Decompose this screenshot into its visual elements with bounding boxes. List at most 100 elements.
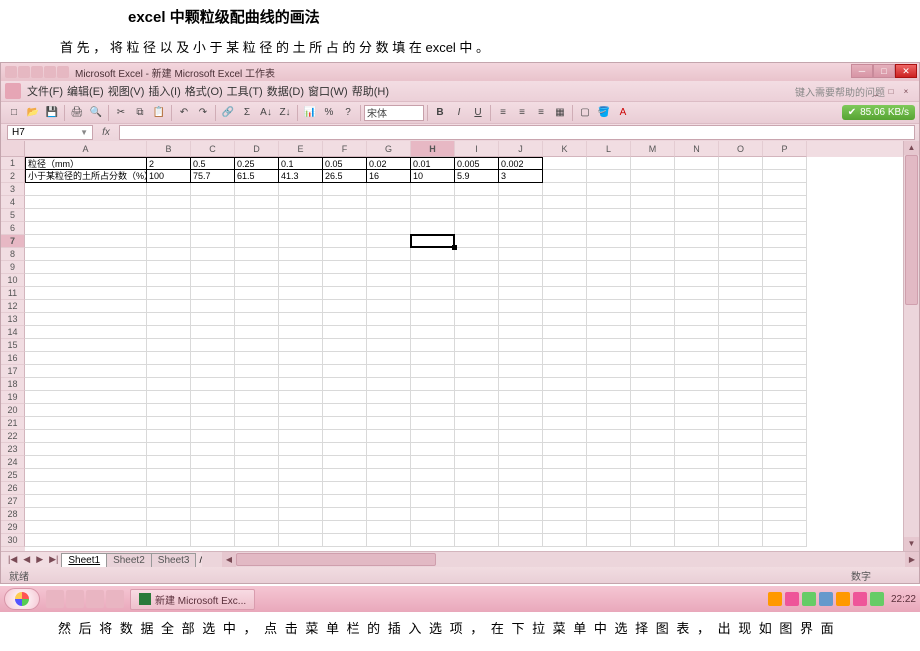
cell[interactable] xyxy=(279,248,323,261)
cell[interactable] xyxy=(587,482,631,495)
cell[interactable] xyxy=(323,209,367,222)
cell[interactable] xyxy=(279,326,323,339)
sheet-tab-2[interactable]: Sheet2 xyxy=(106,553,152,567)
cell[interactable] xyxy=(587,365,631,378)
cell[interactable] xyxy=(455,300,499,313)
cell[interactable] xyxy=(411,209,455,222)
taskbar-excel-item[interactable]: 新建 Microsoft Exc... xyxy=(130,589,255,610)
cell[interactable] xyxy=(587,469,631,482)
cell[interactable] xyxy=(499,391,543,404)
cell[interactable] xyxy=(455,183,499,196)
column-header[interactable]: G xyxy=(367,141,411,157)
cell[interactable] xyxy=(191,495,235,508)
cell[interactable] xyxy=(631,508,675,521)
cell[interactable] xyxy=(763,274,807,287)
cell[interactable] xyxy=(631,469,675,482)
cell[interactable] xyxy=(499,352,543,365)
cell[interactable] xyxy=(411,521,455,534)
cell[interactable] xyxy=(455,508,499,521)
cell[interactable] xyxy=(411,313,455,326)
cell[interactable] xyxy=(543,521,587,534)
cell[interactable] xyxy=(235,482,279,495)
cell[interactable] xyxy=(25,183,147,196)
cell[interactable] xyxy=(763,300,807,313)
new-icon[interactable]: □ xyxy=(5,104,23,122)
cell[interactable] xyxy=(323,404,367,417)
cell[interactable] xyxy=(323,443,367,456)
tray-clock[interactable]: 22:22 xyxy=(891,594,916,605)
align-right-icon[interactable]: ≡ xyxy=(532,104,550,122)
cell[interactable]: 75.7 xyxy=(191,170,235,183)
cell[interactable]: 61.5 xyxy=(235,170,279,183)
cell[interactable] xyxy=(235,209,279,222)
cell[interactable] xyxy=(543,196,587,209)
cell[interactable] xyxy=(191,222,235,235)
cell[interactable] xyxy=(587,391,631,404)
cell[interactable] xyxy=(455,391,499,404)
cell[interactable] xyxy=(455,326,499,339)
cell[interactable] xyxy=(719,534,763,547)
cut-icon[interactable]: ✂ xyxy=(112,104,130,122)
cell[interactable] xyxy=(719,456,763,469)
cell[interactable] xyxy=(367,391,411,404)
cell[interactable] xyxy=(631,287,675,300)
cell[interactable] xyxy=(499,365,543,378)
row-header[interactable]: 12 xyxy=(1,300,25,313)
cell[interactable] xyxy=(719,352,763,365)
cell[interactable] xyxy=(499,300,543,313)
column-header[interactable]: E xyxy=(279,141,323,157)
cell[interactable] xyxy=(411,352,455,365)
tab-nav-first-icon[interactable]: |◀ xyxy=(5,554,20,565)
row-header[interactable]: 23 xyxy=(1,443,25,456)
cell[interactable] xyxy=(543,287,587,300)
cell[interactable] xyxy=(235,404,279,417)
cell[interactable] xyxy=(631,365,675,378)
cell[interactable] xyxy=(719,495,763,508)
qat-print-icon[interactable] xyxy=(57,66,69,78)
cell[interactable] xyxy=(587,196,631,209)
cell[interactable] xyxy=(587,287,631,300)
cell[interactable] xyxy=(367,404,411,417)
cell[interactable] xyxy=(25,365,147,378)
cell[interactable] xyxy=(191,430,235,443)
window-close[interactable]: ✕ xyxy=(895,64,917,78)
cell[interactable] xyxy=(411,248,455,261)
cell[interactable] xyxy=(455,378,499,391)
cell[interactable] xyxy=(631,261,675,274)
tray-volume-icon[interactable] xyxy=(870,592,884,606)
cell[interactable] xyxy=(279,456,323,469)
row-header[interactable]: 24 xyxy=(1,456,25,469)
scroll-up-icon[interactable]: ▲ xyxy=(904,141,919,155)
italic-icon[interactable]: I xyxy=(450,104,468,122)
save-icon[interactable]: 💾 xyxy=(43,104,61,122)
cell[interactable] xyxy=(25,274,147,287)
cell[interactable] xyxy=(367,300,411,313)
cell[interactable] xyxy=(763,456,807,469)
qat-save-icon[interactable] xyxy=(18,66,30,78)
cell[interactable] xyxy=(411,235,455,248)
cell[interactable] xyxy=(147,482,191,495)
cell[interactable] xyxy=(587,209,631,222)
cell[interactable] xyxy=(499,183,543,196)
cell[interactable] xyxy=(499,508,543,521)
tab-nav-next-icon[interactable]: ▶ xyxy=(33,554,46,565)
chart-icon[interactable]: 📊 xyxy=(301,104,319,122)
cell[interactable] xyxy=(587,495,631,508)
cell[interactable] xyxy=(763,417,807,430)
cell[interactable] xyxy=(763,378,807,391)
cell[interactable]: 3 xyxy=(499,170,543,183)
cell[interactable] xyxy=(587,521,631,534)
cell[interactable] xyxy=(25,339,147,352)
cell[interactable] xyxy=(675,417,719,430)
cell[interactable] xyxy=(235,235,279,248)
cell[interactable] xyxy=(411,196,455,209)
cell[interactable] xyxy=(543,300,587,313)
cell[interactable] xyxy=(235,300,279,313)
cell[interactable] xyxy=(763,352,807,365)
cell[interactable] xyxy=(587,430,631,443)
cell[interactable] xyxy=(235,378,279,391)
cell[interactable] xyxy=(631,183,675,196)
cell[interactable] xyxy=(279,352,323,365)
cell[interactable] xyxy=(279,209,323,222)
column-header[interactable]: A xyxy=(25,141,147,157)
